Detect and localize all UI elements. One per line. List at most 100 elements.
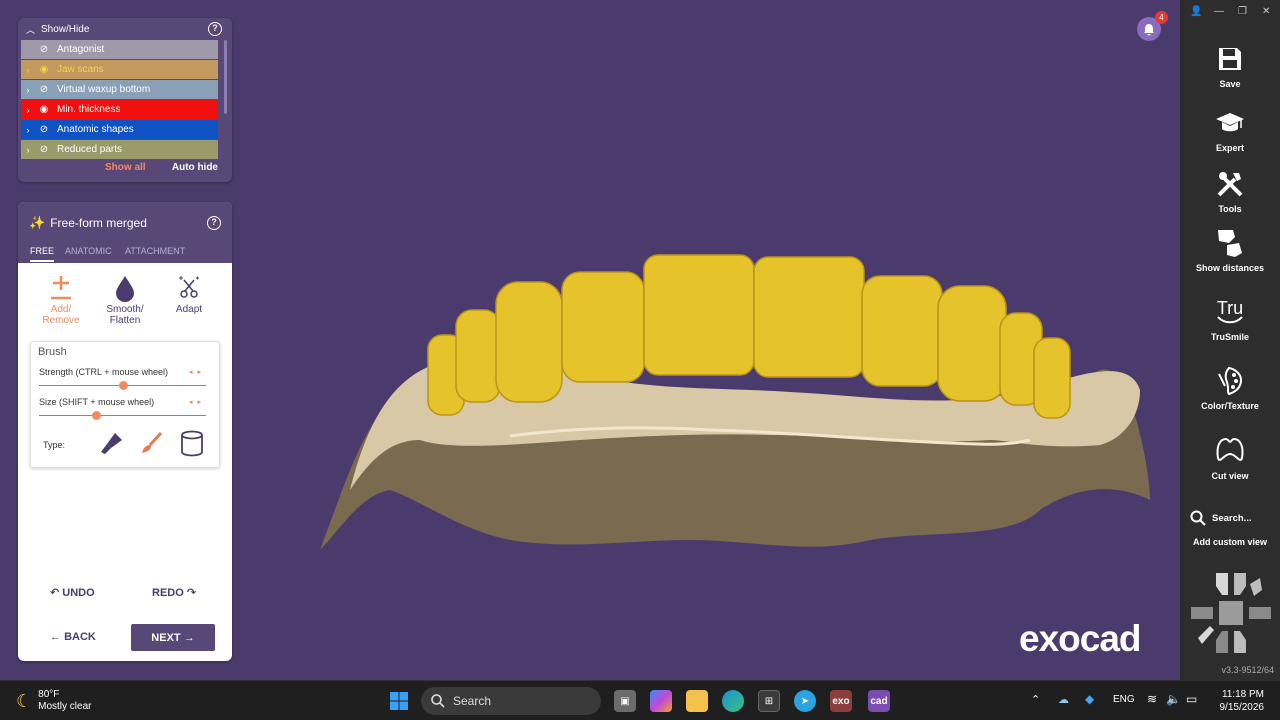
volume-icon[interactable]: 🔈 bbox=[1166, 692, 1181, 706]
size-slider-knob[interactable] bbox=[91, 411, 101, 420]
layer-row[interactable]: › ⊘ Anatomic shapes bbox=[21, 120, 218, 139]
show-distances-label: Show distances bbox=[1195, 263, 1265, 273]
view-navigation-cube[interactable] bbox=[1188, 570, 1274, 656]
user-icon[interactable]: 👤 bbox=[1190, 6, 1202, 17]
store-icon[interactable]: ⊞ bbox=[758, 690, 780, 712]
undo-label: UNDO bbox=[62, 587, 95, 599]
start-icon[interactable] bbox=[388, 690, 410, 712]
exocad-logo: exocad bbox=[1019, 618, 1142, 659]
chevron-right-icon[interactable]: › bbox=[21, 85, 35, 95]
tools-button[interactable]: Tools bbox=[1180, 167, 1280, 214]
chevron-up-icon[interactable]: ⌃ bbox=[1031, 693, 1040, 706]
wifi-icon[interactable]: ≋ bbox=[1147, 692, 1157, 706]
language-indicator[interactable]: ENG bbox=[1113, 694, 1135, 705]
eye-icon[interactable]: ◉ bbox=[35, 104, 53, 115]
tab-free[interactable]: FREE bbox=[30, 246, 55, 262]
brush-label: Brush bbox=[38, 346, 67, 358]
strength-slider-knob[interactable] bbox=[118, 381, 128, 390]
chevron-right-icon[interactable]: › bbox=[21, 65, 35, 75]
redo-button[interactable]: REDO ↷ bbox=[152, 586, 196, 599]
dental-model[interactable] bbox=[310, 240, 1170, 560]
help-icon[interactable]: ? bbox=[207, 216, 221, 230]
weather-temp: 80°F bbox=[38, 689, 60, 700]
shield-icon[interactable]: ◆ bbox=[1085, 692, 1094, 706]
graduation-cap-icon bbox=[1180, 106, 1280, 140]
chevron-right-icon[interactable]: › bbox=[21, 105, 35, 115]
scissors-sparkle-icon bbox=[164, 272, 214, 304]
next-button[interactable]: NEXT → bbox=[131, 624, 215, 651]
layer-label: Min. thickness bbox=[57, 104, 121, 115]
chevron-right-icon[interactable]: › bbox=[21, 125, 35, 135]
tab-attachment[interactable]: ATTACHMENT bbox=[125, 246, 185, 256]
eye-icon[interactable]: ◉ bbox=[35, 64, 53, 75]
edge-browser-icon[interactable] bbox=[722, 690, 744, 712]
brush-type-round-icon[interactable] bbox=[139, 430, 165, 456]
auto-hide-button[interactable]: Auto hide bbox=[172, 162, 218, 173]
save-button[interactable]: Save bbox=[1180, 42, 1280, 89]
help-icon[interactable]: ? bbox=[208, 22, 222, 36]
size-stepper[interactable]: ◂▸ bbox=[189, 398, 206, 406]
show-distances-button[interactable]: Show distances bbox=[1180, 226, 1280, 273]
layer-label: Virtual waxup bottom bbox=[57, 84, 151, 95]
show-all-button[interactable]: Show all bbox=[105, 162, 146, 173]
battery-icon[interactable]: ▭ bbox=[1186, 692, 1197, 706]
chevron-right-icon[interactable]: › bbox=[21, 145, 35, 155]
layer-row[interactable]: › ⊘ Virtual waxup bottom bbox=[21, 80, 218, 99]
eye-off-icon[interactable]: ⊘ bbox=[35, 144, 53, 155]
file-explorer-icon[interactable] bbox=[686, 690, 708, 712]
color-texture-button[interactable]: Color/Texture bbox=[1180, 364, 1280, 411]
chevron-up-icon[interactable]: ︿ bbox=[26, 23, 35, 36]
close-icon[interactable]: ✕ bbox=[1262, 6, 1270, 17]
brush-type-cylinder-icon[interactable] bbox=[179, 430, 205, 458]
notification-count-badge: 4 bbox=[1155, 11, 1168, 24]
arrow-right-icon: → bbox=[180, 631, 195, 644]
eye-off-icon[interactable]: ⊘ bbox=[35, 44, 53, 55]
expert-label: Expert bbox=[1215, 143, 1244, 153]
copilot-icon[interactable] bbox=[650, 690, 672, 712]
telegram-icon[interactable]: ➤ bbox=[794, 690, 816, 712]
layer-list-scrollbar[interactable] bbox=[224, 40, 227, 114]
windows-taskbar: ☾ 80°F Mostly clear Search ▣ ⊞ ➤ exo cad… bbox=[0, 680, 1280, 720]
cut-view-button[interactable]: Cut view bbox=[1180, 434, 1280, 481]
adapt-tool[interactable]: Adapt bbox=[164, 272, 214, 315]
brush-type-paint-icon[interactable] bbox=[99, 430, 125, 456]
add-remove-tool[interactable]: Add/ Remove bbox=[36, 272, 86, 326]
clock-time: 11:18 PM bbox=[1221, 689, 1264, 700]
task-view-icon[interactable]: ▣ bbox=[614, 690, 636, 712]
palette-icon bbox=[1180, 364, 1280, 398]
taskbar-search[interactable]: Search bbox=[421, 687, 601, 715]
save-icon bbox=[1180, 42, 1280, 76]
cad-app-icon[interactable]: cad bbox=[868, 690, 890, 712]
expert-button[interactable]: Expert bbox=[1180, 106, 1280, 153]
undo-button[interactable]: ↶ UNDO bbox=[50, 586, 95, 599]
view-search[interactable]: Search... bbox=[1190, 510, 1252, 526]
redo-label: REDO bbox=[152, 587, 184, 599]
weather-widget[interactable]: ☾ 80°F Mostly clear bbox=[16, 689, 92, 713]
strength-slider[interactable] bbox=[39, 381, 206, 390]
exo-app-icon[interactable]: exo bbox=[830, 690, 852, 712]
tab-anatomic[interactable]: ANATOMIC bbox=[65, 246, 112, 256]
brush-settings: Brush Strength (CTRL + mouse wheel) ◂▸ S… bbox=[30, 341, 220, 468]
save-label: Save bbox=[1219, 79, 1241, 89]
layer-row[interactable]: ⊘ Antagonist bbox=[21, 40, 218, 59]
tool-label: Remove bbox=[42, 315, 80, 326]
add-custom-view-button[interactable]: Add custom view bbox=[1180, 537, 1280, 547]
smooth-flatten-tool[interactable]: Smooth/ Flatten bbox=[100, 272, 150, 326]
strength-stepper[interactable]: ◂▸ bbox=[189, 368, 206, 376]
show-hide-header[interactable]: ︿ Show/Hide bbox=[18, 18, 232, 40]
eye-off-icon[interactable]: ⊘ bbox=[35, 84, 53, 95]
size-slider[interactable] bbox=[39, 411, 206, 420]
freeform-title-text: Free-form merged bbox=[50, 216, 147, 230]
tool-label: Flatten bbox=[109, 315, 141, 326]
layer-row[interactable]: › ◉ Jaw scans bbox=[21, 60, 218, 79]
clock[interactable]: 11:18 PM 9/15/2026 bbox=[1220, 688, 1265, 714]
layer-row[interactable]: › ◉ Min. thickness bbox=[21, 100, 218, 119]
restore-icon[interactable]: ❐ bbox=[1238, 6, 1247, 17]
back-button[interactable]: ← BACK bbox=[50, 631, 96, 643]
minimize-icon[interactable]: — bbox=[1214, 6, 1224, 17]
layer-row[interactable]: › ⊘ Reduced parts bbox=[21, 140, 218, 159]
trusmile-button[interactable]: Tru TruSmile bbox=[1180, 295, 1280, 342]
eye-off-icon[interactable]: ⊘ bbox=[35, 124, 53, 135]
trusmile-icon: Tru bbox=[1180, 295, 1280, 329]
onedrive-icon[interactable]: ☁ bbox=[1058, 693, 1069, 706]
